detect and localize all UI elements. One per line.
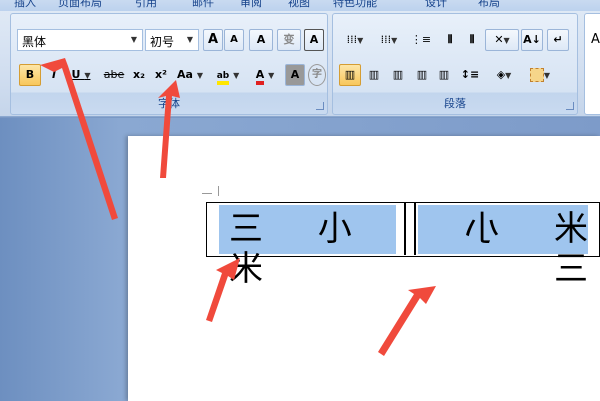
red-arrow-icon <box>206 258 240 322</box>
red-arrow-icon <box>158 80 180 178</box>
red-arrow-icon <box>378 286 436 356</box>
red-arrow-icon <box>40 58 118 220</box>
annotation-arrows <box>40 58 436 356</box>
